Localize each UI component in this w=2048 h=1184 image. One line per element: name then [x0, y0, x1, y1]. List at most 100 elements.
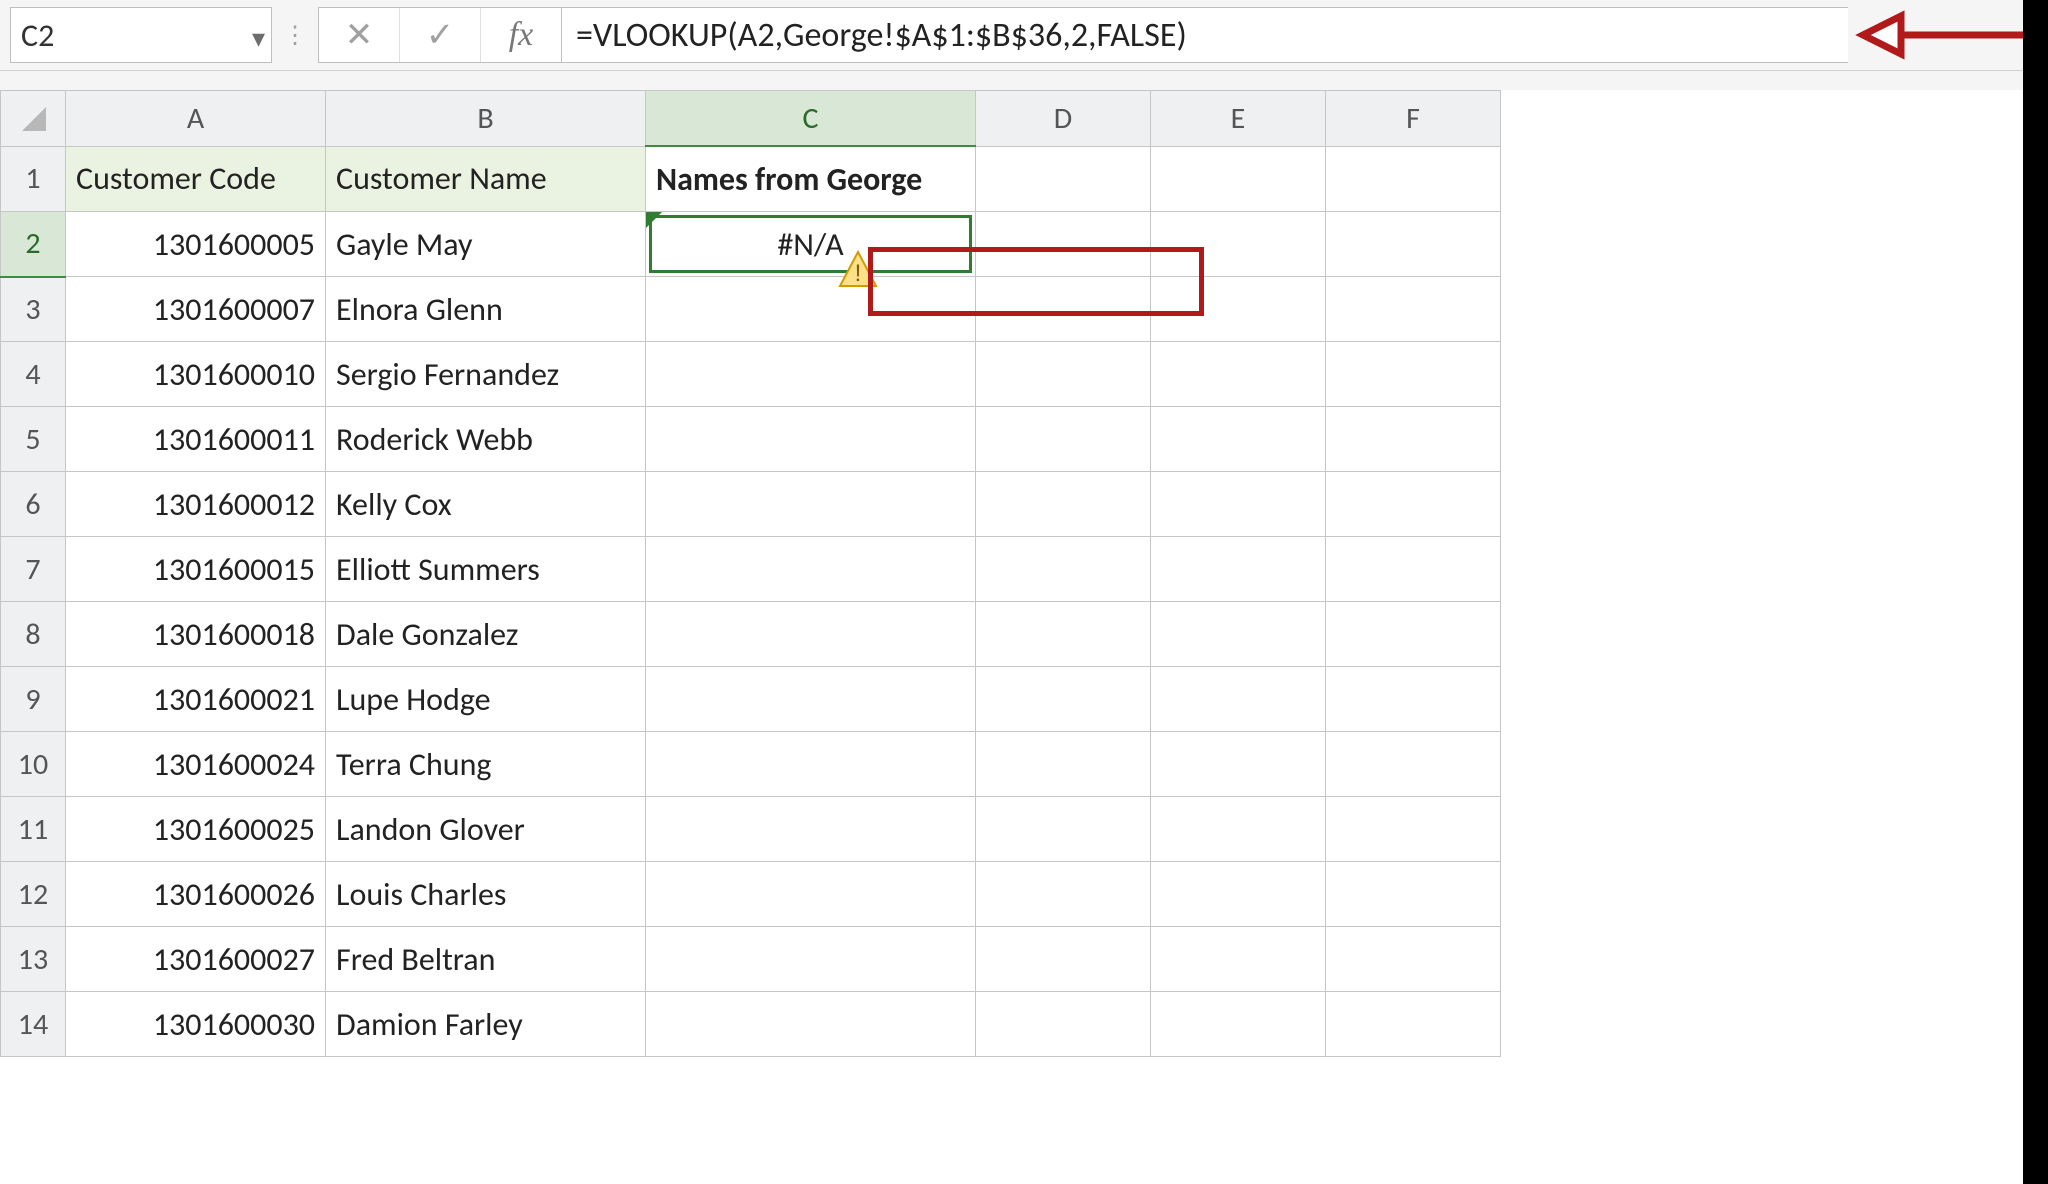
- cell-D6[interactable]: [976, 472, 1151, 537]
- formula-input[interactable]: =VLOOKUP(A2,George!$A$1:$B$36,2,FALSE): [562, 7, 1848, 63]
- cell-D5[interactable]: [976, 407, 1151, 472]
- cell-C2[interactable]: #N/A: [646, 212, 976, 277]
- row-header-4[interactable]: 4: [1, 342, 66, 407]
- cell-D12[interactable]: [976, 862, 1151, 927]
- cell-A11[interactable]: 1301600025: [66, 797, 326, 862]
- cell-E9[interactable]: [1151, 667, 1326, 732]
- cell-C14[interactable]: [646, 992, 976, 1057]
- cell-F11[interactable]: [1326, 797, 1501, 862]
- row-header-8[interactable]: 8: [1, 602, 66, 667]
- cell-E7[interactable]: [1151, 537, 1326, 602]
- cell-F1[interactable]: [1326, 146, 1501, 212]
- cell-A5[interactable]: 1301600011: [66, 407, 326, 472]
- cell-B9[interactable]: Lupe Hodge: [326, 667, 646, 732]
- row-header-10[interactable]: 10: [1, 732, 66, 797]
- cell-A9[interactable]: 1301600021: [66, 667, 326, 732]
- cell-F7[interactable]: [1326, 537, 1501, 602]
- cell-B6[interactable]: Kelly Cox: [326, 472, 646, 537]
- col-header-C[interactable]: C: [646, 91, 976, 147]
- col-header-E[interactable]: E: [1151, 91, 1326, 147]
- cell-F14[interactable]: [1326, 992, 1501, 1057]
- cell-E13[interactable]: [1151, 927, 1326, 992]
- select-all-corner[interactable]: [1, 91, 66, 147]
- cell-E11[interactable]: [1151, 797, 1326, 862]
- cell-F8[interactable]: [1326, 602, 1501, 667]
- cell-B3[interactable]: Elnora Glenn: [326, 277, 646, 342]
- cell-E14[interactable]: [1151, 992, 1326, 1057]
- row-header-1[interactable]: 1: [1, 146, 66, 212]
- cell-B12[interactable]: Louis Charles: [326, 862, 646, 927]
- cell-E5[interactable]: [1151, 407, 1326, 472]
- cell-F10[interactable]: [1326, 732, 1501, 797]
- row-header-13[interactable]: 13: [1, 927, 66, 992]
- col-header-B[interactable]: B: [326, 91, 646, 147]
- cell-E10[interactable]: [1151, 732, 1326, 797]
- cell-B7[interactable]: Elliott Summers: [326, 537, 646, 602]
- fx-button[interactable]: fx: [481, 16, 561, 54]
- row-header-6[interactable]: 6: [1, 472, 66, 537]
- cell-E8[interactable]: [1151, 602, 1326, 667]
- row-header-11[interactable]: 11: [1, 797, 66, 862]
- cell-B14[interactable]: Damion Farley: [326, 992, 646, 1057]
- cell-F5[interactable]: [1326, 407, 1501, 472]
- cell-A3[interactable]: 1301600007: [66, 277, 326, 342]
- cell-C5[interactable]: [646, 407, 976, 472]
- cell-C7[interactable]: [646, 537, 976, 602]
- row-header-3[interactable]: 3: [1, 277, 66, 342]
- cell-A4[interactable]: 1301600010: [66, 342, 326, 407]
- cell-D1[interactable]: [976, 146, 1151, 212]
- cell-D11[interactable]: [976, 797, 1151, 862]
- cancel-formula-button[interactable]: ✕: [319, 8, 400, 62]
- row-header-14[interactable]: 14: [1, 992, 66, 1057]
- cell-B8[interactable]: Dale Gonzalez: [326, 602, 646, 667]
- col-header-F[interactable]: F: [1326, 91, 1501, 147]
- cell-E12[interactable]: [1151, 862, 1326, 927]
- cell-F6[interactable]: [1326, 472, 1501, 537]
- row-header-9[interactable]: 9: [1, 667, 66, 732]
- cell-A12[interactable]: 1301600026: [66, 862, 326, 927]
- cell-D10[interactable]: [976, 732, 1151, 797]
- enter-formula-button[interactable]: ✓: [400, 8, 481, 62]
- cell-E3[interactable]: [1151, 277, 1326, 342]
- name-box[interactable]: C2 ▾: [10, 7, 272, 63]
- cell-F13[interactable]: [1326, 927, 1501, 992]
- cell-A7[interactable]: 1301600015: [66, 537, 326, 602]
- cell-C11[interactable]: [646, 797, 976, 862]
- cell-C12[interactable]: [646, 862, 976, 927]
- cell-F2[interactable]: [1326, 212, 1501, 277]
- cell-A14[interactable]: 1301600030: [66, 992, 326, 1057]
- col-header-D[interactable]: D: [976, 91, 1151, 147]
- cell-D4[interactable]: [976, 342, 1151, 407]
- cell-C13[interactable]: [646, 927, 976, 992]
- cell-B1[interactable]: Customer Name: [326, 146, 646, 212]
- spreadsheet-grid[interactable]: A B C D E F 1 Customer Code Customer Nam…: [0, 90, 2048, 1184]
- cell-C4[interactable]: [646, 342, 976, 407]
- cell-F3[interactable]: [1326, 277, 1501, 342]
- cell-B4[interactable]: Sergio Fernandez: [326, 342, 646, 407]
- cell-B13[interactable]: Fred Beltran: [326, 927, 646, 992]
- cell-A13[interactable]: 1301600027: [66, 927, 326, 992]
- name-box-dropdown-icon[interactable]: ▾: [252, 22, 265, 54]
- cell-E2[interactable]: [1151, 212, 1326, 277]
- row-header-12[interactable]: 12: [1, 862, 66, 927]
- vertical-scrollbar[interactable]: [2023, 0, 2048, 1184]
- row-header-7[interactable]: 7: [1, 537, 66, 602]
- cell-E6[interactable]: [1151, 472, 1326, 537]
- cell-D3[interactable]: [976, 277, 1151, 342]
- col-header-A[interactable]: A: [66, 91, 326, 147]
- cell-D8[interactable]: [976, 602, 1151, 667]
- cell-D14[interactable]: [976, 992, 1151, 1057]
- row-header-2[interactable]: 2: [1, 212, 66, 277]
- cell-F12[interactable]: [1326, 862, 1501, 927]
- cell-A1[interactable]: Customer Code: [66, 146, 326, 212]
- cell-D9[interactable]: [976, 667, 1151, 732]
- cell-B10[interactable]: Terra Chung: [326, 732, 646, 797]
- cell-C8[interactable]: [646, 602, 976, 667]
- cell-A2[interactable]: 1301600005: [66, 212, 326, 277]
- cell-D2[interactable]: [976, 212, 1151, 277]
- cell-A8[interactable]: 1301600018: [66, 602, 326, 667]
- cell-E4[interactable]: [1151, 342, 1326, 407]
- cell-B5[interactable]: Roderick Webb: [326, 407, 646, 472]
- cell-F4[interactable]: [1326, 342, 1501, 407]
- cell-C6[interactable]: [646, 472, 976, 537]
